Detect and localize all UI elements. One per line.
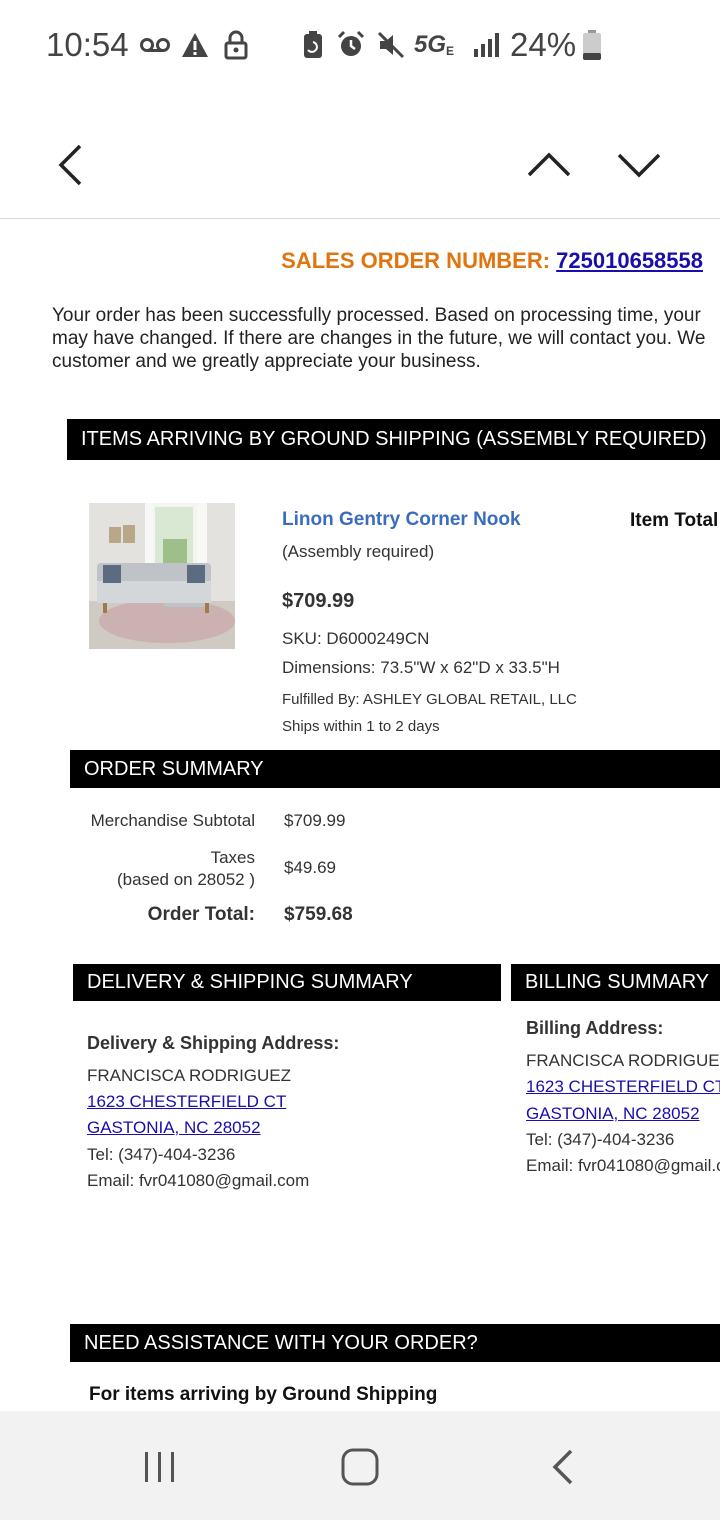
delivery-summary-header: DELIVERY & SHIPPING SUMMARY bbox=[73, 964, 501, 1001]
battery-percent: 24% bbox=[510, 26, 577, 63]
item-total-label: Item Total bbox=[630, 510, 719, 531]
battery-icon bbox=[582, 28, 602, 62]
items-section-header: ITEMS ARRIVING BY GROUND SHIPPING (ASSEM… bbox=[67, 419, 720, 460]
billing-name: FRANCISCA RODRIGUEZ bbox=[526, 1051, 720, 1070]
order-intro-text: Your order has been successfully process… bbox=[52, 304, 720, 373]
delivery-name: FRANCISCA RODRIGUEZ bbox=[87, 1066, 292, 1085]
order-number-label: SALES ORDER NUMBER: bbox=[281, 248, 557, 273]
taxes-basis: (based on 28052 ) bbox=[117, 870, 255, 889]
assistance-header: NEED ASSISTANCE WITH YOUR ORDER? bbox=[70, 1324, 720, 1362]
status-bar: 10:54 5G E 24% bbox=[0, 0, 720, 92]
merch-subtotal-label: Merchandise Subtotal bbox=[90, 811, 255, 830]
billing-address-block: Billing Address: FRANCISCA RODRIGUEZ 162… bbox=[526, 1010, 720, 1200]
home-icon[interactable] bbox=[340, 1447, 380, 1487]
intro-line-3: customer and we greatly appreciate your … bbox=[52, 351, 481, 372]
intro-line-2: may have changed. If there are changes i… bbox=[52, 328, 706, 349]
delivery-tel: Tel: (347)-404-3236 bbox=[87, 1145, 236, 1164]
order-summary-header: ORDER SUMMARY bbox=[70, 750, 720, 788]
alarm-icon bbox=[336, 28, 366, 62]
delivery-street-link[interactable]: 1623 CHESTERFIELD CT bbox=[87, 1092, 286, 1112]
chevron-down-icon[interactable] bbox=[615, 147, 663, 181]
assembly-note: (Assembly required) bbox=[282, 542, 435, 561]
intro-line-1: Your order has been successfully process… bbox=[52, 305, 701, 326]
taxes-value: $49.69 bbox=[284, 858, 336, 877]
product-price: $709.99 bbox=[282, 590, 355, 612]
product-image[interactable] bbox=[89, 503, 235, 649]
order-total-value: $759.68 bbox=[284, 904, 353, 925]
delivery-email: Email: fvr041080@gmail.com bbox=[87, 1171, 310, 1190]
billing-city-link[interactable]: GASTONIA, NC 28052 bbox=[526, 1104, 700, 1124]
sales-order-number: SALES ORDER NUMBER: 725010658558 bbox=[281, 248, 703, 274]
product-dimensions: Dimensions: 73.5"W x 62"D x 33.5"H bbox=[282, 658, 560, 677]
recents-icon[interactable] bbox=[140, 1447, 180, 1487]
status-time: 10:54 bbox=[46, 26, 129, 63]
lock-icon bbox=[224, 28, 248, 62]
billing-summary-header: BILLING SUMMARY bbox=[511, 964, 720, 1001]
signal-icon bbox=[472, 28, 500, 62]
back-icon[interactable] bbox=[52, 140, 92, 190]
ground-shipping-label: For items arriving by Ground Shipping bbox=[89, 1384, 438, 1405]
order-number-link[interactable]: 725010658558 bbox=[556, 248, 703, 273]
email-toolbar bbox=[0, 92, 720, 219]
merch-subtotal-value: $709.99 bbox=[284, 811, 346, 830]
billing-address-label: Billing Address: bbox=[526, 1018, 664, 1038]
billing-street-link[interactable]: 1623 CHESTERFIELD CT bbox=[526, 1077, 720, 1097]
ships-within: Ships within 1 to 2 days bbox=[282, 718, 440, 735]
delivery-city-link[interactable]: GASTONIA, NC 28052 bbox=[87, 1118, 261, 1138]
order-total-label: Order Total: bbox=[147, 904, 255, 925]
fulfilled-by: Fulfilled By: ASHLEY GLOBAL RETAIL, LLC bbox=[282, 691, 577, 708]
warning-icon bbox=[180, 28, 210, 62]
chevron-up-icon[interactable] bbox=[525, 147, 573, 181]
battery-saver-icon bbox=[302, 28, 324, 62]
taxes-label: Taxes bbox=[210, 848, 255, 867]
billing-tel: Tel: (347)-404-3236 bbox=[526, 1130, 675, 1149]
mute-icon bbox=[376, 28, 406, 62]
product-sku: SKU: D6000249CN bbox=[282, 629, 430, 648]
billing-email: Email: fvr041080@gmail.com bbox=[526, 1156, 720, 1175]
delivery-address-label: Delivery & Shipping Address: bbox=[87, 1033, 340, 1053]
back-nav-icon[interactable] bbox=[545, 1447, 585, 1487]
5g-icon: 5G E bbox=[414, 31, 455, 58]
voicemail-icon bbox=[140, 28, 170, 62]
system-nav-bar bbox=[0, 1411, 720, 1520]
product-title-link[interactable]: Linon Gentry Corner Nook bbox=[282, 509, 521, 531]
